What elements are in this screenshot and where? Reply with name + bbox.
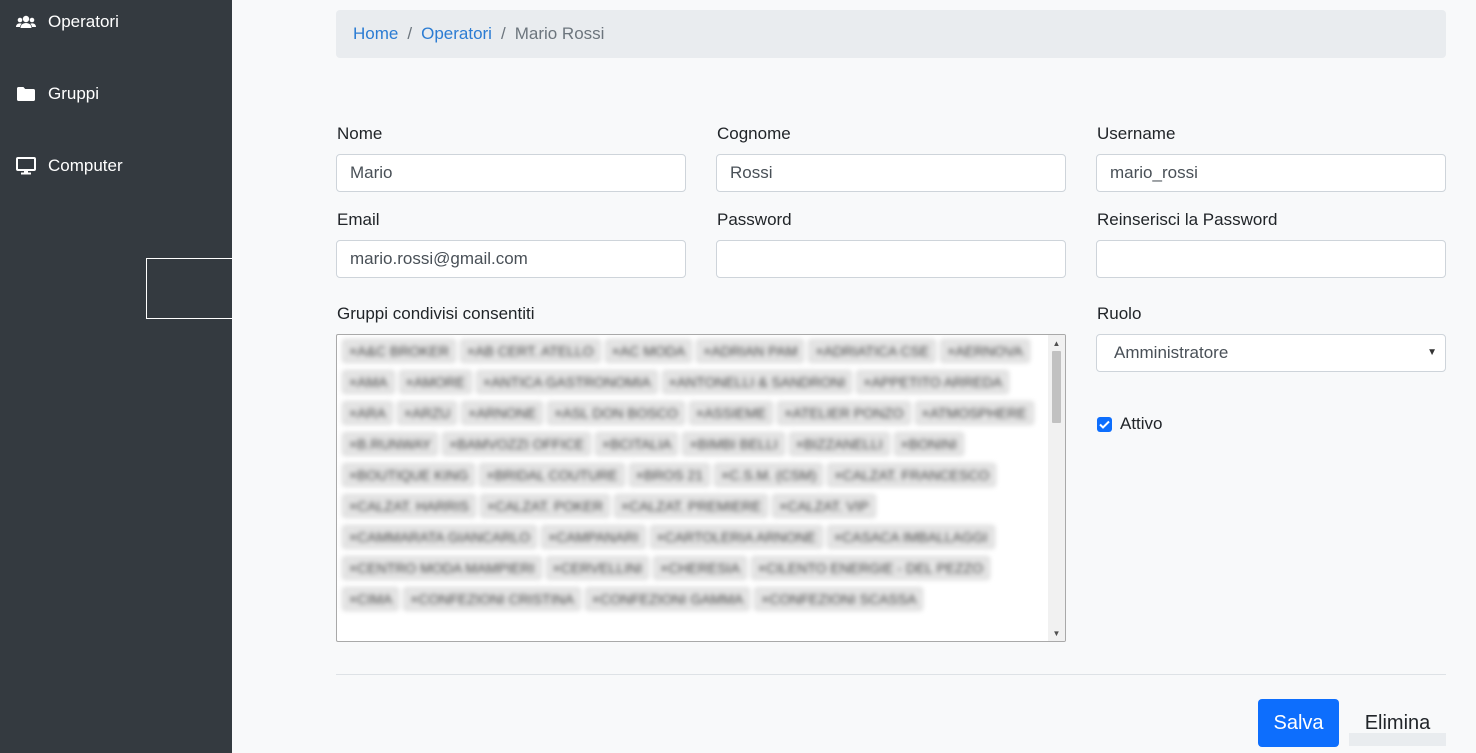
gruppi-tag[interactable]: ×C.S.M. (CSM) (714, 463, 824, 487)
gruppi-tag[interactable]: ×CALZAT. POKER (479, 494, 610, 518)
email-input[interactable]: mario.rossi@gmail.com (336, 240, 686, 278)
sidebar: Operatori Gruppi Computer (0, 0, 232, 753)
sidebar-overlay-box (146, 258, 232, 319)
gruppi-tag[interactable]: ×A&C BROKER (342, 339, 456, 363)
gruppi-tag[interactable]: ×BRIDAL COUTURE (479, 463, 625, 487)
gruppi-tag[interactable]: ×BCITALIA (595, 432, 679, 456)
chevron-down-icon: ▼ (1427, 347, 1437, 358)
ruolo-select[interactable]: Amministratore ▼ (1096, 334, 1446, 372)
gruppi-tag[interactable]: ×ASL DON BOSCO (547, 401, 685, 425)
repassword-label: Reinserisci la Password (1097, 210, 1278, 229)
gruppi-tag[interactable]: ×ADRIATICA CSE (808, 339, 937, 363)
gruppi-tag[interactable]: ×AC MODA (604, 339, 693, 363)
gruppi-tag[interactable]: ×CASACA IMBALLAGGI (826, 525, 995, 549)
nome-input[interactable]: Mario (336, 154, 686, 192)
gruppi-tag[interactable]: ×AERNOVA (940, 339, 1030, 363)
cognome-input[interactable]: Rossi (716, 154, 1066, 192)
breadcrumb-home-link[interactable]: Home (353, 24, 398, 44)
gruppi-tag[interactable]: ×ARNONE (461, 401, 544, 425)
gruppi-tag[interactable]: ×BOUTIQUE KING (342, 463, 476, 487)
cognome-label: Cognome (717, 124, 791, 143)
gruppi-tag[interactable]: ×CHERESIA (653, 556, 747, 580)
gruppi-tag[interactable]: ×ANTONELLI & SANDRONI (661, 370, 853, 394)
breadcrumb-current: Mario Rossi (514, 24, 605, 43)
gruppi-scrollbar[interactable]: ▲ ▼ (1048, 335, 1065, 641)
gruppi-tag[interactable]: ×CONFEZIONI CRISTINA (403, 587, 581, 611)
gruppi-tag[interactable]: ×AMA (342, 370, 395, 394)
email-label: Email (337, 210, 380, 229)
gruppi-tag[interactable]: ×CALZAT. PREMIERE (614, 494, 769, 518)
sidebar-item-gruppi[interactable]: Gruppi (0, 72, 232, 116)
gruppi-tag[interactable]: ×CALZAT. FRANCESCO (827, 463, 997, 487)
gruppi-tag[interactable]: ×CENTRO MODA MAMPIERI (342, 556, 542, 580)
password-label: Password (717, 210, 792, 229)
gruppi-tag[interactable]: ×CAMMARATA GIANCARLO (342, 525, 538, 549)
desktop-icon (16, 156, 36, 176)
scrollbar-thumb[interactable] (1052, 351, 1061, 423)
gruppi-tag[interactable]: ×ASSIEME (688, 401, 774, 425)
gruppi-tag[interactable]: ×APPETITO ARREDA (856, 370, 1010, 394)
delete-button[interactable]: Elimina (1349, 700, 1446, 746)
gruppi-tag[interactable]: ×ADRIAN PAM (696, 339, 805, 363)
attivo-label: Attivo (1120, 414, 1163, 433)
scroll-down-icon[interactable]: ▼ (1048, 625, 1065, 641)
sidebar-item-operatori[interactable]: Operatori (0, 0, 232, 44)
gruppi-tag[interactable]: ×CAMPANARI (541, 525, 646, 549)
gruppi-tag[interactable]: ×ATMOSPHERE (914, 401, 1034, 425)
gruppi-tag[interactable]: ×ARA (342, 401, 393, 425)
folder-icon (16, 84, 36, 104)
ruolo-selected-value: Amministratore (1114, 343, 1229, 362)
scroll-up-icon[interactable]: ▲ (1048, 335, 1065, 351)
gruppi-tag-list: ×A&C BROKER ×AB CERT. ATELLO ×AC MODA ×ADRI… (342, 339, 1042, 618)
username-input[interactable]: mario_rossi (1096, 154, 1446, 192)
save-button[interactable]: Salva (1258, 699, 1339, 747)
gruppi-multiselect[interactable]: ×A&C BROKER ×AB CERT. ATELLO ×AC MODA ×ADRI… (336, 334, 1066, 642)
breadcrumb-separator: / (407, 24, 413, 43)
gruppi-tag[interactable]: ×BROS 21 (628, 463, 711, 487)
nome-label: Nome (337, 124, 383, 143)
breadcrumb-operatori-link[interactable]: Operatori (421, 24, 492, 44)
sidebar-item-label: Gruppi (48, 84, 100, 103)
divider (336, 674, 1446, 675)
gruppi-tag[interactable]: ×CARTOLERIA ARNONE (649, 525, 823, 549)
sidebar-item-label: Computer (48, 156, 123, 175)
check-icon (1099, 420, 1110, 429)
gruppi-tag[interactable]: ×BAMVOZZI OFFICE (442, 432, 592, 456)
ruolo-label: Ruolo (1097, 304, 1142, 323)
gruppi-tag[interactable]: ×AMORE (398, 370, 473, 394)
gruppi-tag[interactable]: ×CONFEZIONI SCASSA (754, 587, 924, 611)
attivo-checkbox[interactable] (1097, 417, 1112, 432)
gruppi-tag[interactable]: ×CILENTO ENERGIE - DEL PEZZO (750, 556, 991, 580)
gruppi-tag[interactable]: ×BIMBI BELLI (682, 432, 785, 456)
users-icon (16, 12, 36, 32)
gruppi-tag[interactable]: ×CERVELLINI (545, 556, 650, 580)
gruppi-tag[interactable]: ×CALZAT. VIP (772, 494, 876, 518)
breadcrumb-separator: / (500, 24, 506, 43)
gruppi-tag[interactable]: ×ANTICA GASTRONOMIA (476, 370, 658, 394)
sidebar-item-label: Operatori (48, 12, 119, 31)
password-input[interactable] (716, 240, 1066, 278)
gruppi-tag[interactable]: ×BIZZANELLI (788, 432, 890, 456)
gruppi-tag[interactable]: ×CIMA (342, 587, 400, 611)
gruppi-label: Gruppi condivisi consentiti (337, 304, 535, 323)
gruppi-tag[interactable]: ×B.RUNWAY (342, 432, 439, 456)
gruppi-tag[interactable]: ×AB CERT. ATELLO (459, 339, 601, 363)
gruppi-tag[interactable]: ×CONFEZIONI GAMMA (584, 587, 751, 611)
repassword-input[interactable] (1096, 240, 1446, 278)
gruppi-tag[interactable]: ×BONINI (893, 432, 964, 456)
gruppi-tag[interactable]: ×CALZAT. HARRIS (342, 494, 476, 518)
gruppi-tag[interactable]: ×ARZU (396, 401, 458, 425)
username-label: Username (1097, 124, 1176, 143)
gruppi-tag[interactable]: ×ATELIER PONZO (777, 401, 911, 425)
sidebar-item-computer[interactable]: Computer (0, 144, 232, 188)
breadcrumb: Home / Operatori / Mario Rossi (336, 10, 1446, 58)
